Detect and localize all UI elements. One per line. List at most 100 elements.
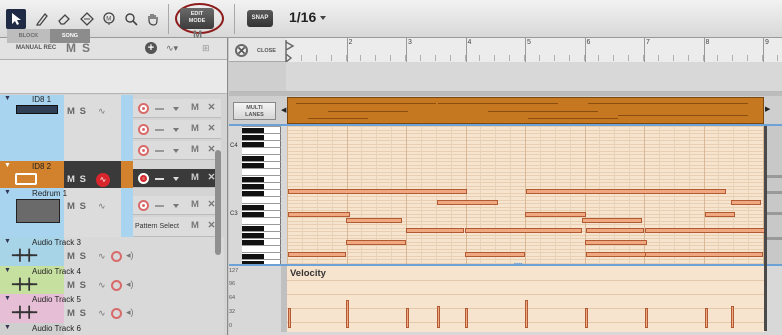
multi-lanes-button[interactable]: MULTI LANES [233,102,276,120]
automation-icon[interactable]: ∿ [98,308,106,319]
record-enable-icon[interactable] [138,103,149,114]
record-enable-icon[interactable] [111,251,122,262]
master-solo-button[interactable]: S [82,41,90,55]
automation-icon[interactable]: ∿ [98,280,106,291]
midi-note[interactable] [585,240,647,245]
song-mode-button[interactable]: SONG [50,29,90,43]
black-key[interactable] [242,184,264,189]
black-key[interactable] [242,191,264,196]
track-audio-3[interactable]: ▼ Audio Track 3 ━╋━╋━ M S ∿ ◂) [0,237,224,266]
song-end-marker[interactable] [764,126,767,331]
midi-note[interactable] [582,218,642,223]
midi-note[interactable] [645,252,763,257]
midi-note[interactable] [645,228,765,233]
chevron-down-icon[interactable] [173,204,179,208]
master-mute-button[interactable]: M [66,41,76,55]
monitor-icon[interactable]: ◂) [126,279,134,290]
chevron-down-icon[interactable]: ▼ [4,189,11,196]
close-editor-label[interactable]: CLOSE [257,48,276,54]
mute-button[interactable]: M [67,201,76,212]
midi-note[interactable] [346,240,406,245]
midi-note[interactable] [705,212,735,217]
black-key[interactable] [242,142,264,147]
black-key[interactable] [242,254,264,259]
mute-solo-buttons[interactable]: M S [67,174,87,185]
midi-note[interactable] [346,218,402,223]
chevron-down-icon[interactable]: ▼ [4,162,11,169]
close-icon[interactable] [235,44,248,57]
monitor-icon[interactable]: ◂) [126,250,134,261]
chevron-down-icon[interactable]: ▼ [4,238,11,245]
song-mute-label[interactable]: M [193,29,202,41]
automation-icon[interactable]: ∿ [98,106,106,117]
automation-icon[interactable]: ∿▾ [166,43,178,54]
automation-record-icon[interactable]: ∿ [96,173,110,187]
chevron-down-icon[interactable]: ▼ [4,295,11,302]
midi-note[interactable] [731,200,761,205]
chevron-down-icon[interactable]: ▼ [4,324,11,331]
mute-button[interactable]: M [67,251,76,262]
snap-button[interactable]: SNAP [247,10,273,27]
monitor-icon[interactable]: ◂) [126,307,134,318]
black-key[interactable] [242,212,264,217]
record-enable-icon[interactable] [111,308,122,319]
grid-icon[interactable]: ⊞ [202,43,210,54]
record-enable-icon[interactable] [138,124,149,135]
chevron-down-icon[interactable] [173,107,179,111]
record-enable-icon[interactable] [138,173,149,184]
add-track-icon[interactable]: + [145,42,157,54]
manual-rec-label[interactable]: MANUAL REC [16,45,56,51]
black-key[interactable] [242,135,264,140]
song-start-marker-icon[interactable] [284,40,296,62]
resize-handle-icon[interactable]: •••• [514,262,522,268]
velocity-bar[interactable] [288,308,291,328]
magnify-icon[interactable] [121,9,141,29]
mute-solo-buttons[interactable]: M S [67,280,87,291]
velocity-bar[interactable] [705,308,708,328]
velocity-bar[interactable] [585,308,588,328]
edit-mode-button[interactable]: EDIT MODE [180,8,214,29]
chevron-down-icon[interactable] [173,149,179,153]
mute-solo-buttons[interactable]: M S [67,201,87,212]
midi-note[interactable] [437,200,498,205]
midi-note[interactable] [525,212,586,217]
black-key[interactable] [242,163,264,168]
note-lane-3[interactable]: M ✕ [133,141,221,160]
velocity-bar[interactable] [346,300,349,328]
pattern-lane[interactable]: Pattern Select M ✕ [133,217,221,237]
black-key[interactable] [242,128,264,133]
mute-solo-buttons[interactable]: M S [67,251,87,262]
note-lane-active[interactable]: M ✕ [133,169,221,188]
solo-button[interactable]: S [80,201,87,212]
black-key[interactable] [242,226,264,231]
hand-icon[interactable] [143,9,163,29]
midi-note[interactable] [586,252,646,257]
velocity-bar[interactable] [406,308,409,328]
chevron-down-icon[interactable] [173,177,179,181]
midi-note[interactable] [465,228,582,233]
midi-note[interactable] [288,252,346,257]
velocity-bar[interactable] [645,308,648,328]
block-mode-button[interactable]: BLOCK [7,29,50,43]
midi-note[interactable] [406,228,464,233]
black-key[interactable] [242,205,264,210]
note-lane-2[interactable]: M ✕ [133,120,221,139]
automation-icon[interactable]: ∿ [98,251,106,262]
track-list-scrollbar[interactable] [215,150,221,255]
chevron-down-icon[interactable]: ▼ [4,95,11,102]
mute-button[interactable]: M [67,280,76,291]
mute-button[interactable]: M [67,106,76,117]
velocity-bar[interactable] [525,300,528,328]
velocity-bar[interactable] [437,306,440,328]
record-enable-icon[interactable] [138,200,149,211]
black-key[interactable] [242,177,264,182]
note-lane-redrum[interactable]: M ✕ [133,196,221,215]
black-key[interactable] [242,240,264,245]
razor-icon[interactable] [77,9,97,29]
lane-mute-remove[interactable]: M ✕ [191,123,219,134]
midi-note[interactable] [586,228,644,233]
black-key[interactable] [242,233,264,238]
midi-note[interactable] [526,189,726,194]
midi-note[interactable] [288,212,350,217]
arrow-icon[interactable] [6,9,26,29]
